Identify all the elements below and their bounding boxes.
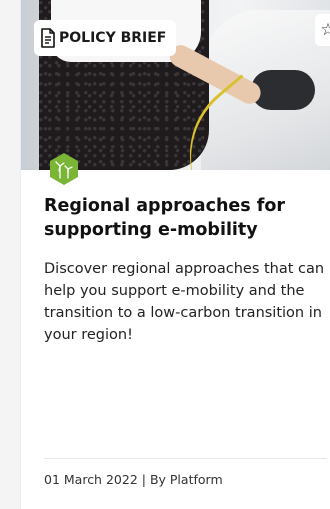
card-meta: 01 March 2022 | By Platform <box>44 472 223 487</box>
meta-separator: | <box>137 472 150 487</box>
category-badge: POLICY BRIEF <box>34 20 177 56</box>
bookmark-button[interactable]: ☆ <box>315 14 330 46</box>
card-author: By Platform <box>149 472 223 487</box>
card-description: Discover regional approaches that can he… <box>44 261 325 343</box>
document-icon <box>41 28 55 48</box>
category-label: POLICY BRIEF <box>59 30 167 46</box>
card-divider <box>44 458 327 459</box>
star-outline-icon: ☆ <box>320 20 330 39</box>
card-title[interactable]: Regional approaches for supporting e-mob… <box>44 194 324 242</box>
card-date: 01 March 2022 <box>44 472 138 487</box>
wind-energy-icon <box>50 153 78 185</box>
policy-card[interactable]: POLICY BRIEF ☆ Regional approaches for s… <box>20 0 330 509</box>
